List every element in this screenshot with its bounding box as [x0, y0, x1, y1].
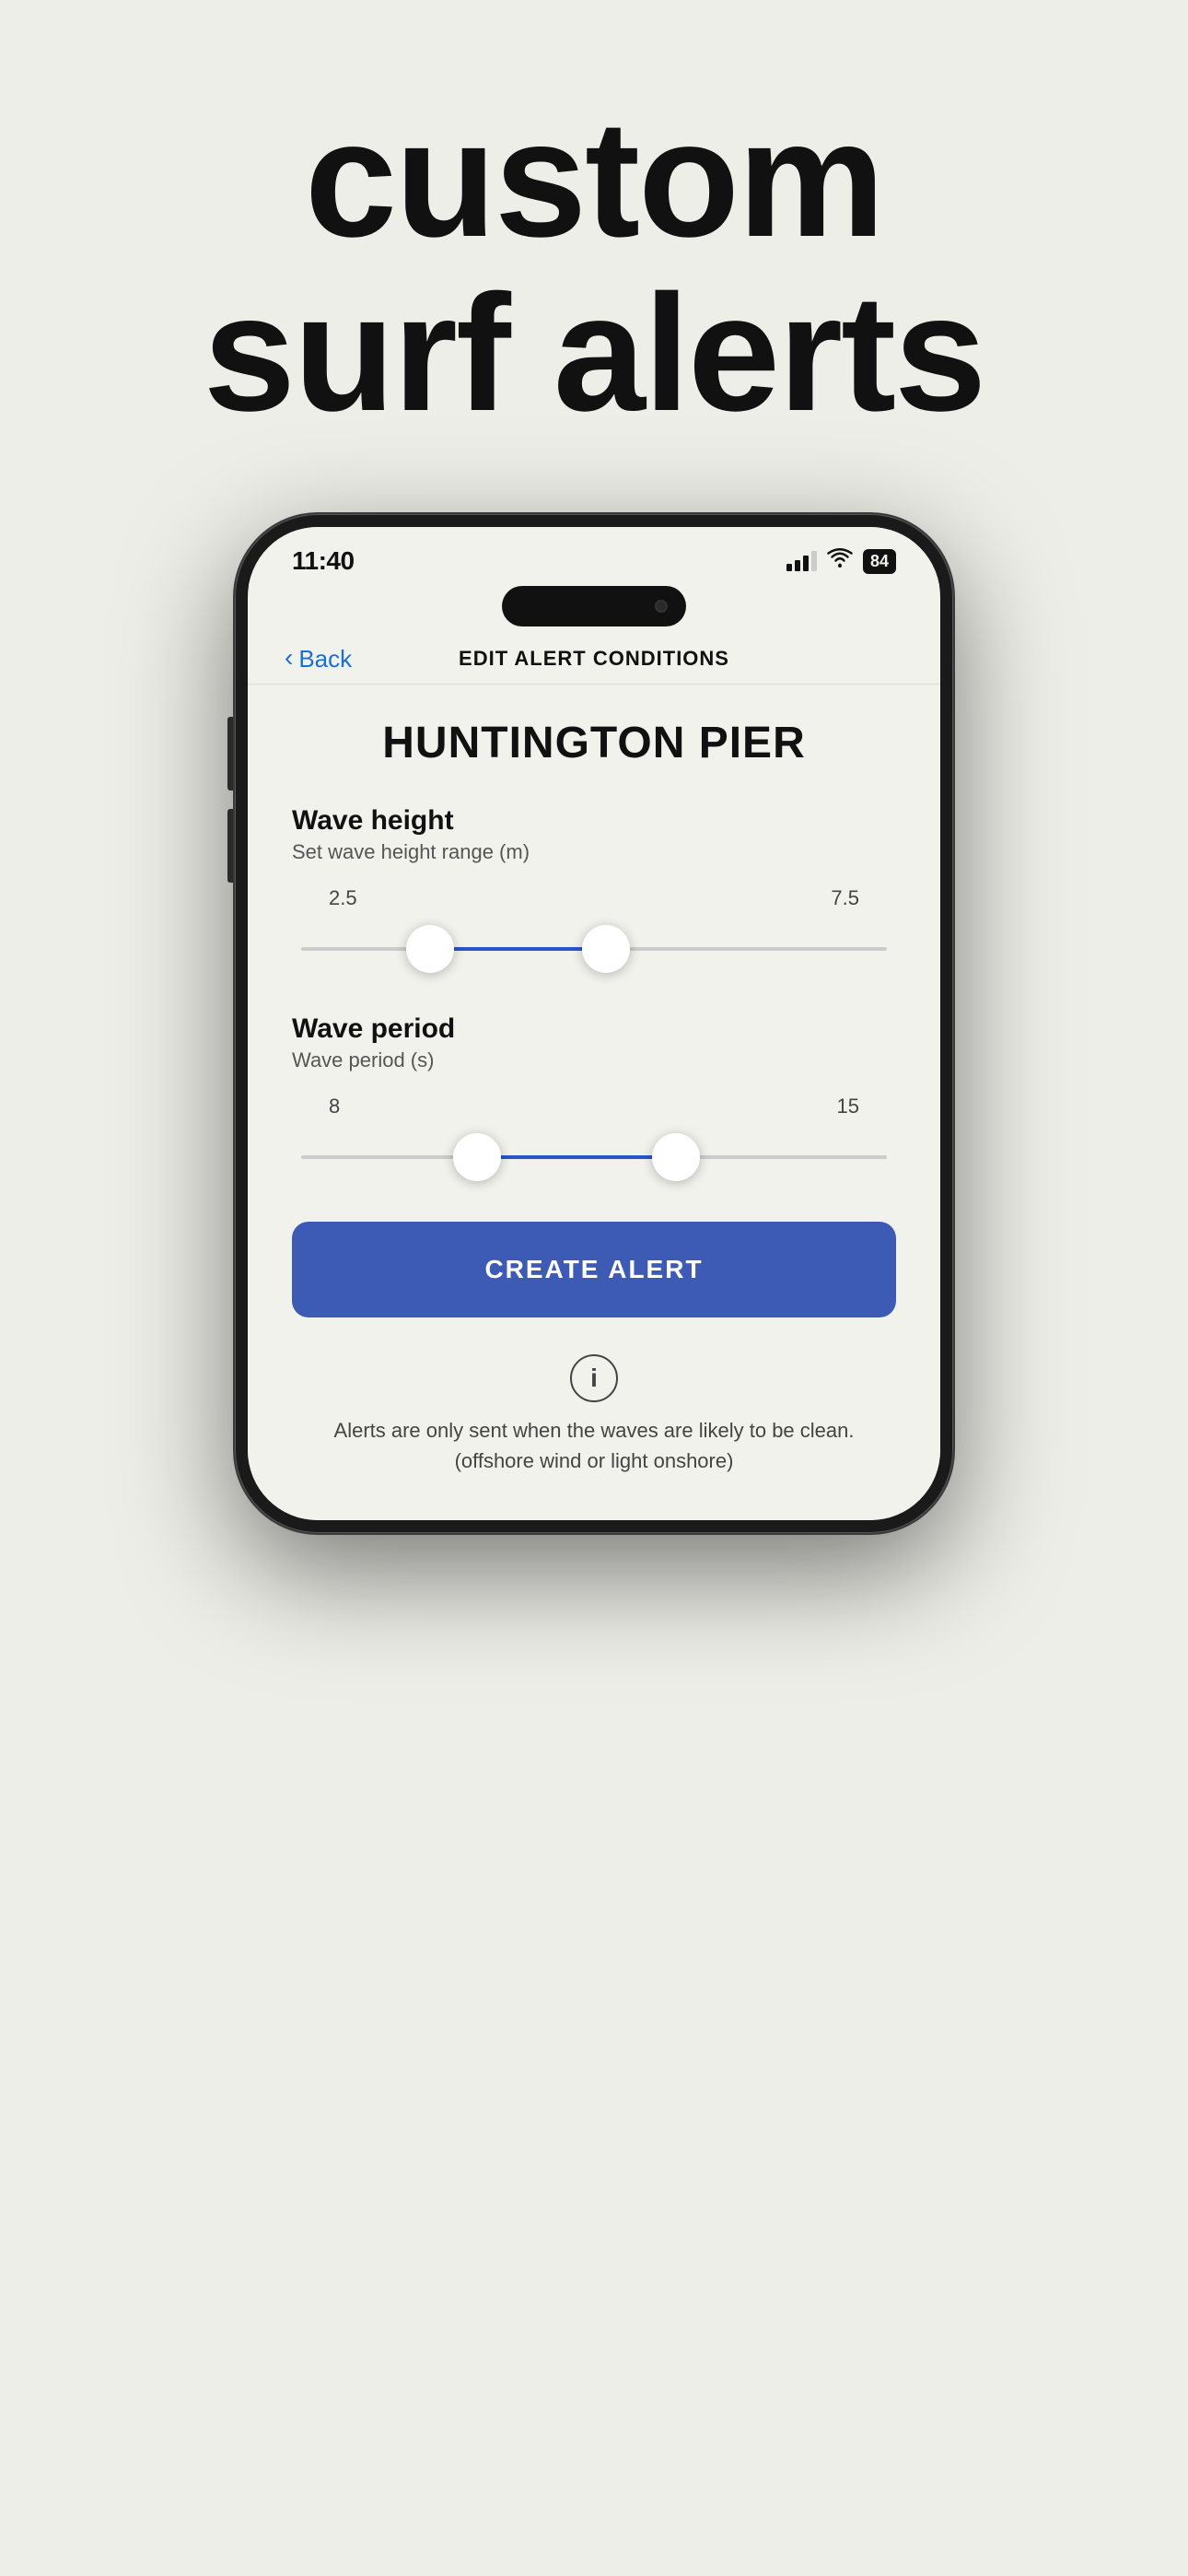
signal-bar-2	[795, 560, 800, 571]
wave-period-fill	[477, 1155, 676, 1159]
signal-bar-1	[786, 564, 792, 571]
wifi-icon	[826, 548, 854, 574]
dynamic-island	[502, 586, 686, 626]
phone-frame: 11:40	[235, 514, 953, 1533]
wave-height-title: Wave height	[292, 805, 896, 837]
info-section: i Alerts are only sent when the waves ar…	[292, 1354, 896, 1476]
create-alert-button[interactable]: CREATE ALERT	[292, 1222, 896, 1317]
signal-bars-icon	[786, 551, 817, 571]
hero-line1: custom	[305, 87, 883, 272]
signal-bar-3	[803, 556, 809, 571]
create-alert-label: CREATE ALERT	[484, 1255, 703, 1283]
wave-period-title: Wave period	[292, 1013, 896, 1045]
phone-wrapper: 11:40	[235, 514, 953, 1533]
phone-screen: 11:40	[248, 527, 940, 1520]
status-bar: 11:40	[248, 527, 940, 586]
camera-dot	[655, 600, 668, 613]
wave-height-thumb-min[interactable]	[406, 925, 454, 973]
wave-period-thumb-max[interactable]	[652, 1133, 700, 1181]
wave-period-track[interactable]	[301, 1130, 887, 1185]
screen-content: HUNTINGTON PIER Wave height Set wave hei…	[248, 685, 940, 1520]
battery-badge: 84	[863, 549, 896, 574]
status-time: 11:40	[292, 546, 355, 576]
wave-period-slider-container: 8 15	[292, 1095, 896, 1185]
status-icons: 84	[786, 548, 896, 574]
location-name: HUNTINGTON PIER	[292, 718, 896, 768]
wave-height-values: 2.5 7.5	[301, 886, 887, 910]
wave-height-subtitle: Set wave height range (m)	[292, 840, 896, 864]
wave-period-max-value: 15	[837, 1095, 859, 1118]
hero-line2: surf alerts	[204, 261, 984, 446]
wave-period-subtitle: Wave period (s)	[292, 1048, 896, 1072]
wave-height-section: Wave height Set wave height range (m) 2.…	[292, 805, 896, 977]
wave-period-section: Wave period Wave period (s) 8 15	[292, 1013, 896, 1185]
wave-period-thumb-min[interactable]	[453, 1133, 501, 1181]
wave-period-values: 8 15	[301, 1095, 887, 1118]
back-button[interactable]: ‹ Back	[285, 645, 352, 673]
back-label: Back	[298, 645, 352, 673]
wave-period-min-value: 8	[329, 1095, 340, 1118]
info-text: Alerts are only sent when the waves are …	[292, 1415, 896, 1476]
back-chevron-icon: ‹	[285, 643, 293, 673]
nav-title: EDIT ALERT CONDITIONS	[459, 647, 729, 671]
hero-section: custom surf alerts	[0, 0, 1188, 514]
wave-height-fill	[430, 947, 606, 951]
wave-height-min-value: 2.5	[329, 886, 357, 910]
wave-height-max-value: 7.5	[831, 886, 859, 910]
wave-height-slider-container: 2.5 7.5	[292, 886, 896, 977]
info-icon: i	[570, 1354, 618, 1402]
wave-height-track[interactable]	[301, 921, 887, 977]
signal-bar-4	[811, 551, 817, 571]
wave-height-thumb-max[interactable]	[582, 925, 630, 973]
hero-title: custom surf alerts	[74, 92, 1114, 440]
nav-bar: ‹ Back EDIT ALERT CONDITIONS	[248, 634, 940, 685]
